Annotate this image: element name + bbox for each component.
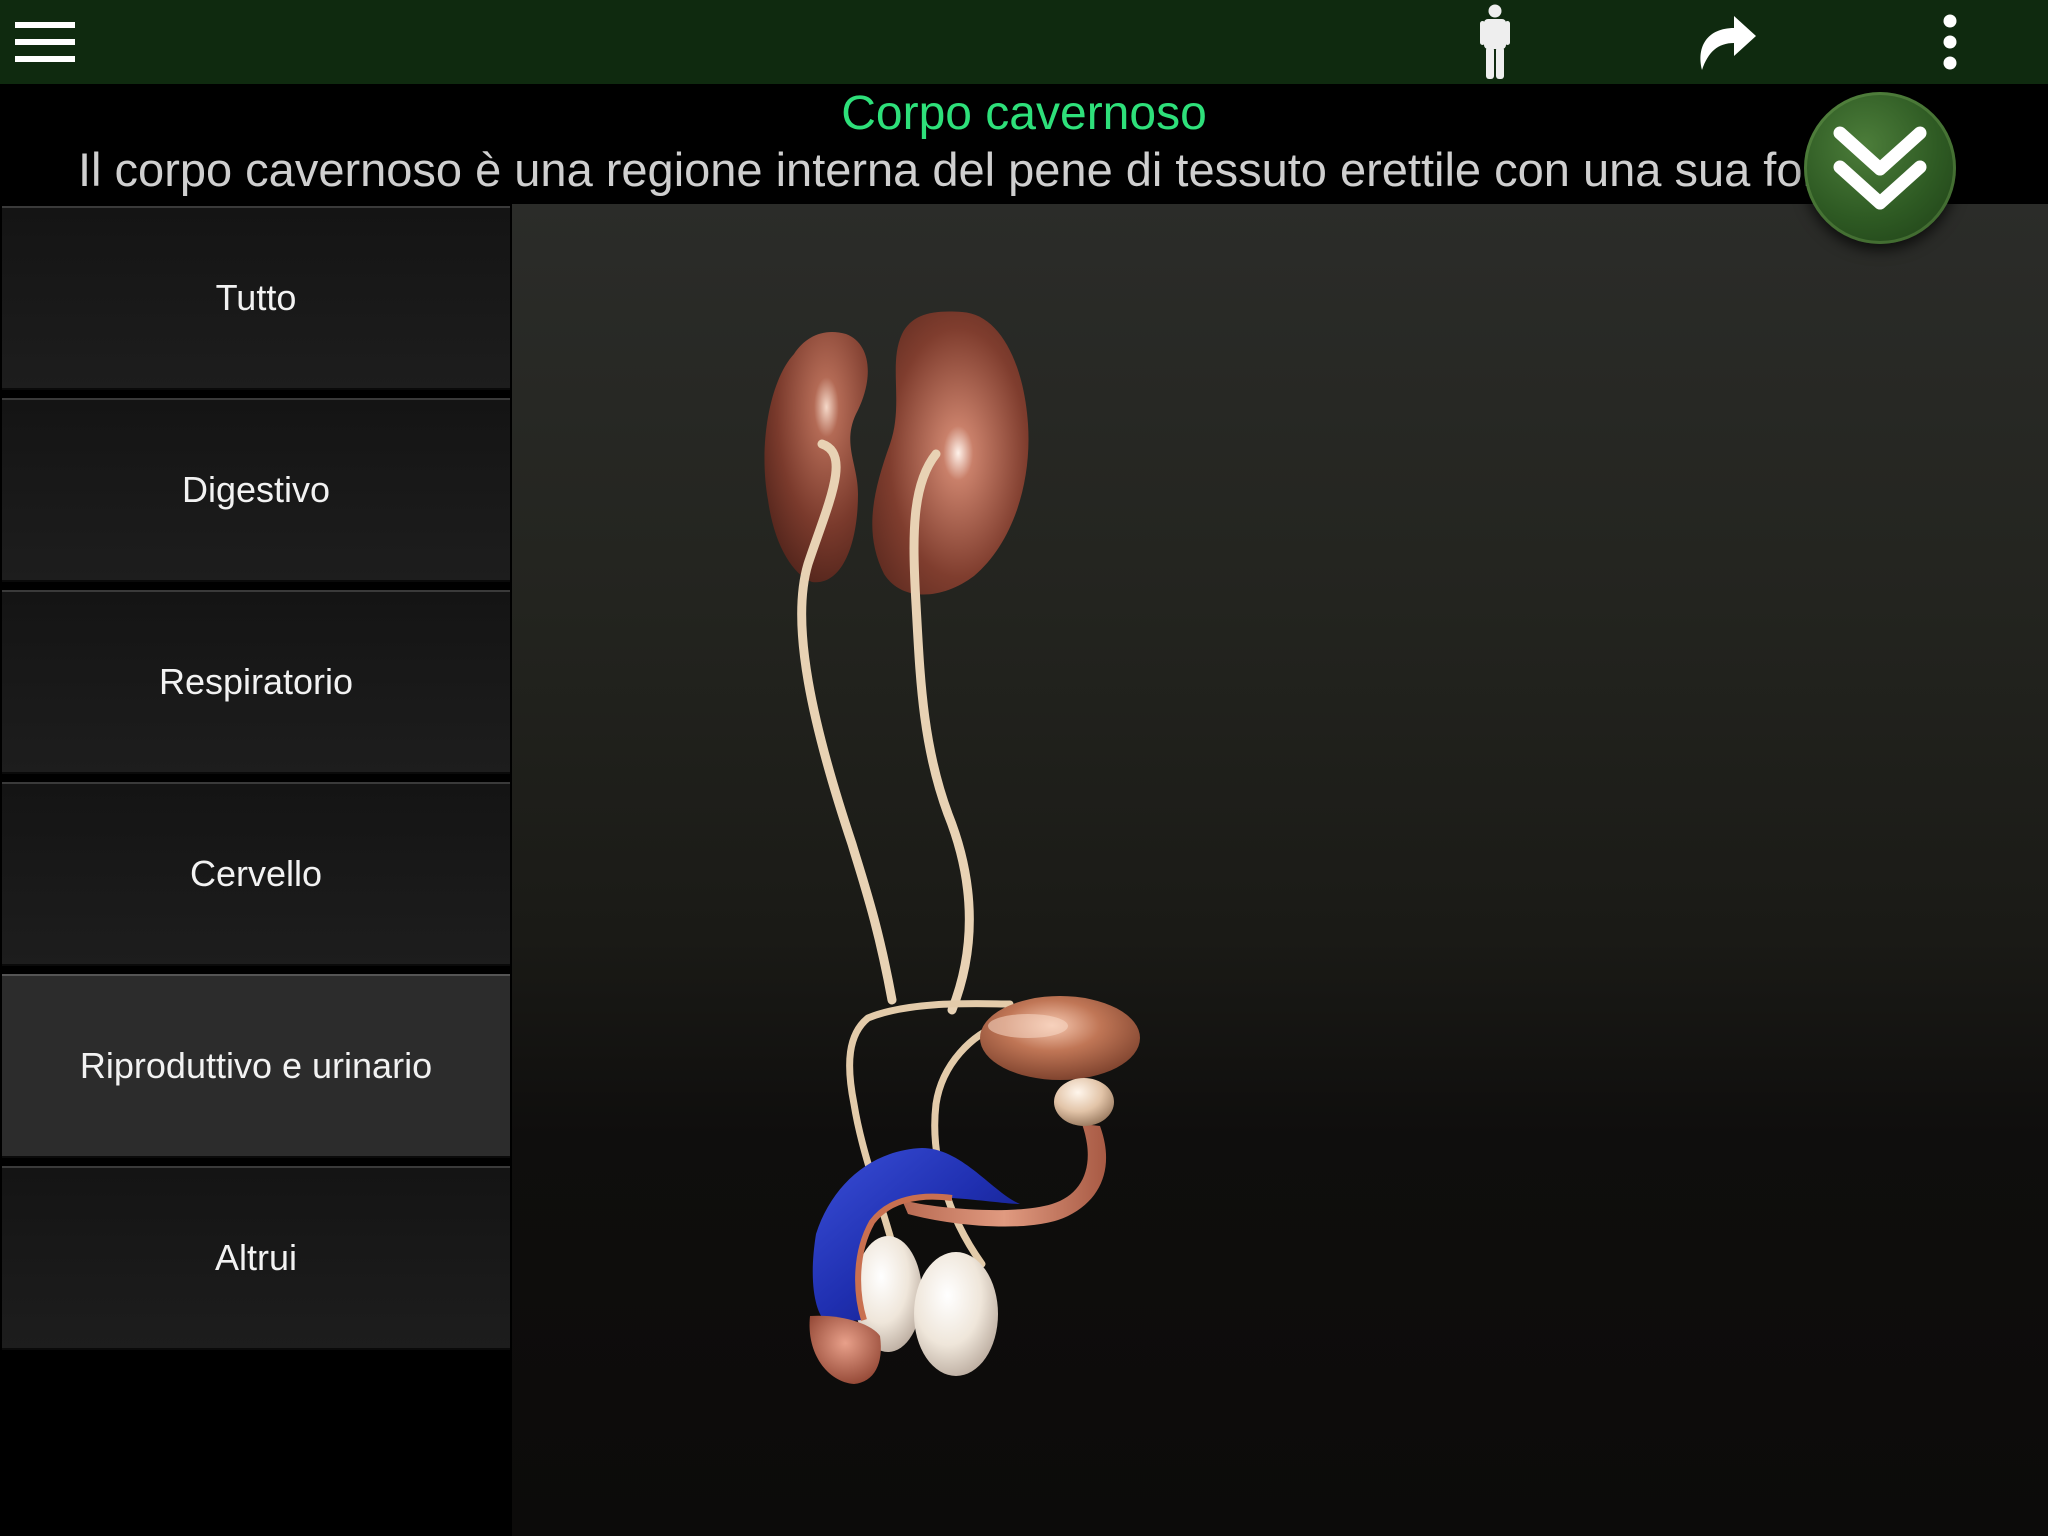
bladder-highlight xyxy=(988,1014,1068,1038)
collapse-info-button[interactable] xyxy=(1804,92,1956,244)
structure-title: Corpo cavernoso xyxy=(841,87,1207,140)
category-sidebar: Tutto Digestivo Respiratorio Cervello Ri… xyxy=(0,204,512,1536)
body-view-button[interactable] xyxy=(1460,0,1530,84)
double-chevron-down-icon xyxy=(1833,126,1927,210)
category-button-riproduttivo-urinario[interactable]: Riproduttivo e urinario xyxy=(2,974,510,1158)
category-button-respiratorio[interactable]: Respiratorio xyxy=(2,590,510,774)
top-toolbar xyxy=(0,0,2048,84)
menu-button[interactable] xyxy=(0,0,90,84)
redo-button[interactable] xyxy=(1680,0,1770,84)
category-button-tutto[interactable]: Tutto xyxy=(2,206,510,390)
category-button-altrui[interactable]: Altrui xyxy=(2,1166,510,1350)
human-figure-icon xyxy=(1480,4,1510,79)
category-button-digestivo[interactable]: Digestivo xyxy=(2,398,510,582)
right-testis[interactable] xyxy=(914,1252,998,1376)
category-button-cervello[interactable]: Cervello xyxy=(2,782,510,966)
info-panel: Corpo cavernoso Il corpo cavernoso è una… xyxy=(0,84,2048,204)
hamburger-menu-icon xyxy=(15,22,75,62)
anatomy-3d-viewport[interactable] xyxy=(512,204,2048,1536)
more-options-button[interactable] xyxy=(1910,0,1990,84)
urinary-bladder[interactable] xyxy=(980,996,1140,1080)
more-vertical-icon xyxy=(1943,14,1957,70)
urogenital-model[interactable] xyxy=(512,204,2048,1536)
prostate[interactable] xyxy=(1054,1078,1114,1126)
right-kidney[interactable] xyxy=(872,311,1029,595)
structure-description: Il corpo cavernoso è una regione interna… xyxy=(78,143,1884,196)
redo-arrow-icon xyxy=(1700,16,1756,70)
